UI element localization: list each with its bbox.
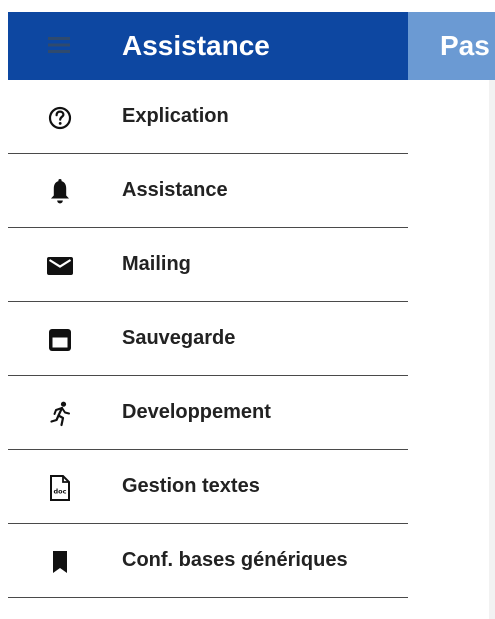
drawer-header: Assistance: [8, 12, 408, 80]
main-content-edge: [489, 80, 495, 619]
menu-item-label: Explication: [122, 105, 229, 127]
menu-item-label: Developpement: [122, 401, 271, 423]
running-person-icon: [44, 398, 76, 430]
menu-item-conf-bases-generiques[interactable]: Conf. bases génériques: [8, 524, 408, 598]
menu-item-label: Sauvegarde: [122, 327, 236, 349]
menu-item-gestion-textes[interactable]: doc Gestion textes: [8, 450, 408, 524]
menu-item-mailing[interactable]: Mailing: [8, 228, 408, 302]
navigation-drawer: Assistance Explication Assistance Mailin…: [0, 0, 408, 619]
drawer-title: Assistance: [122, 30, 270, 61]
menu-item-label: Assistance: [122, 179, 228, 201]
menu-item-label: Gestion textes: [122, 475, 260, 497]
menu-item-sauvegarde[interactable]: Sauvegarde: [8, 302, 408, 376]
main-page-title: Pas: [440, 30, 490, 61]
bookmark-icon: [44, 546, 76, 578]
menu-item-explication[interactable]: Explication: [8, 80, 408, 154]
envelope-icon: [44, 250, 76, 282]
doc-file-icon: doc: [44, 472, 76, 504]
menu-item-developpement[interactable]: Developpement: [8, 376, 408, 450]
help-circle-icon: [44, 102, 76, 134]
svg-text:doc: doc: [54, 488, 67, 496]
hamburger-icon[interactable]: [44, 30, 74, 60]
main-app-bar: Pas: [408, 12, 495, 80]
menu-item-label: Conf. bases génériques: [122, 549, 348, 571]
drawer-menu: Explication Assistance Mailing Sauvegard…: [8, 80, 408, 598]
app: Pas Assistance Explication Assistance Ma…: [0, 0, 495, 619]
menu-item-assistance[interactable]: Assistance: [8, 154, 408, 228]
menu-item-label: Mailing: [122, 253, 191, 275]
bell-icon: [44, 176, 76, 208]
save-icon: [44, 324, 76, 356]
